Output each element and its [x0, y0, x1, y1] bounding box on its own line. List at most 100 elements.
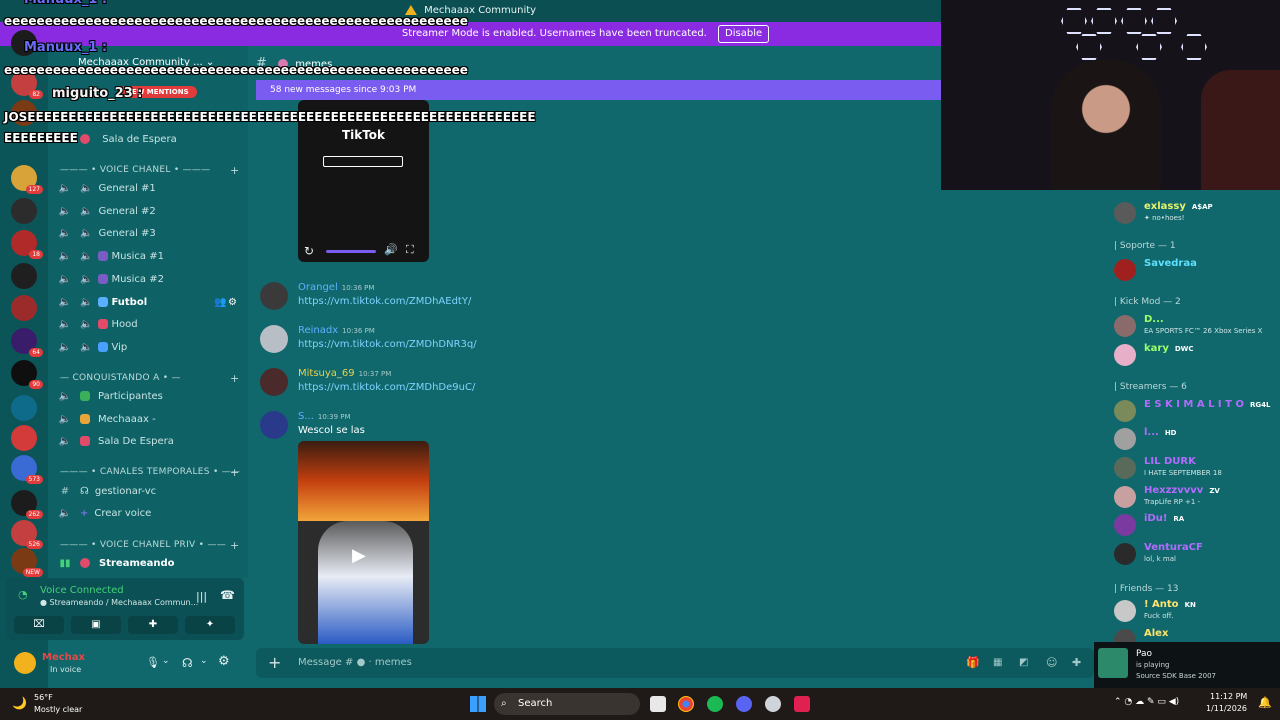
avatar[interactable] [260, 282, 288, 310]
category-voice-chanel[interactable]: ——— • VOICE CHANEL • ——— + [60, 164, 239, 177]
server-icon[interactable]: 573 [11, 455, 43, 484]
channel-sala-de-espera[interactable]: Sala de Espera [80, 130, 266, 150]
chevron-down-icon[interactable]: ⌄ [200, 656, 208, 666]
member-item[interactable]: E S K I M A L I T O RG4L [1114, 398, 1280, 424]
message-author[interactable]: Reinadx 10:36 PM [298, 325, 375, 336]
category-conquistando[interactable]: — CONQUISTANDO A • — + [60, 372, 239, 385]
clock-time[interactable]: 11:12 PM [1210, 692, 1247, 701]
game-notification[interactable]: Pao is playing Source SDK Base 2007 [1094, 642, 1280, 688]
chrome-icon[interactable] [678, 696, 694, 712]
chevron-down-icon[interactable]: ⌄ [162, 656, 170, 666]
server-icon[interactable] [11, 198, 37, 224]
emoji-icon[interactable]: ☺ [1046, 648, 1057, 678]
gif-icon[interactable]: ▦ [993, 648, 1002, 678]
server-icon[interactable]: 526 [11, 520, 43, 549]
server-icon[interactable] [11, 263, 37, 289]
apps-icon[interactable]: ✚ [1072, 648, 1081, 678]
new-messages-bar[interactable]: 58 new messages since 9:03 PM [256, 80, 941, 100]
add-channel-icon[interactable]: + [230, 539, 240, 552]
invite-icon[interactable]: 👥 [214, 293, 226, 313]
tiktok-video[interactable]: TikTok ↻ 🔊 ⛶ [298, 100, 429, 262]
add-channel-icon[interactable]: + [230, 466, 240, 479]
message-author[interactable]: Mitsuya_69 10:37 PM [298, 368, 391, 379]
volume-slider[interactable] [326, 250, 376, 253]
soundboard-button[interactable]: ✦ [185, 616, 235, 634]
voice-channel[interactable]: 🔈 🔈 Futbol 👥 ⚙ [58, 293, 244, 313]
avatar[interactable] [260, 368, 288, 396]
server-icon[interactable] [11, 295, 37, 321]
voice-channel[interactable]: 🔈 🔈 Musica #2 [58, 270, 244, 290]
member-item[interactable]: Hexzzvvvv ZV TrapLife RP +1 - [1114, 484, 1280, 510]
add-channel-icon[interactable]: + [230, 372, 240, 385]
member-item[interactable]: exlassy A$AP ✦ no•hoes! [1114, 200, 1280, 226]
server-icon[interactable]: 90 [11, 360, 43, 389]
channel-crear-voice[interactable]: 🔈 + Crear voice [58, 504, 244, 524]
category-canales-temporales[interactable]: ——— • CANALES TEMPORALES • —— + [60, 466, 240, 479]
username[interactable]: Mechax [42, 652, 85, 663]
voice-channel[interactable]: 🔈 Sala De Espera [58, 432, 244, 452]
gear-icon[interactable]: ⚙ [228, 293, 237, 313]
spotify-icon[interactable] [707, 696, 723, 712]
message-link[interactable]: https://vm.tiktok.com/ZMDhAEdtY/ [298, 296, 471, 307]
microphone-icon[interactable]: 🎙 [146, 656, 160, 669]
activities-button[interactable]: ✚ [128, 616, 178, 634]
message-author[interactable]: Orangel 10:36 PM [298, 282, 374, 293]
headphones-icon[interactable]: ☊ [182, 656, 193, 670]
voice-channel[interactable]: 🔈 🔈 Vip [58, 338, 244, 358]
message-input[interactable]: Message # ● · memes [298, 648, 412, 678]
gift-icon[interactable]: 🎁 [966, 648, 980, 678]
member-item[interactable]: LIL DURK I HATE SEPTEMBER 18 [1114, 455, 1280, 481]
tray-icons[interactable]: ⌃ ◔ ☁ ✎ ▭ ◀) [1114, 697, 1179, 707]
file-explorer-icon[interactable] [650, 696, 666, 712]
camera-button[interactable]: ⌧ [14, 616, 64, 634]
voice-channel[interactable]: 🔈 🔈 General #1 [58, 179, 244, 199]
disable-button[interactable]: Disable [718, 25, 770, 43]
voice-channel[interactable]: 🔈 🔈 General #2 [58, 202, 244, 222]
disconnect-icon[interactable]: ☎ [220, 588, 235, 602]
play-icon[interactable]: ▶ [352, 545, 366, 566]
gear-icon[interactable]: ⚙ [218, 654, 230, 669]
server-icon[interactable] [11, 425, 37, 451]
screen-share-button[interactable]: ▣ [71, 616, 121, 634]
member-item[interactable]: ! Anto KN Fuck off. [1114, 598, 1280, 624]
voice-channel[interactable]: 🔈 Mechaaax - [58, 410, 244, 430]
weather-temp[interactable]: 56°F [34, 693, 53, 702]
member-item[interactable]: kary DWC [1114, 342, 1280, 368]
server-icon[interactable]: 18 [11, 230, 43, 259]
member-item[interactable]: VenturaCF lol, k mal [1114, 541, 1280, 567]
message-link[interactable]: https://vm.tiktok.com/ZMDhDe9uC/ [298, 382, 475, 393]
search-bar[interactable]: ⌕ Search [494, 693, 640, 715]
channel-gestionar-vc[interactable]: # ☊ gestionar-vc [58, 482, 244, 502]
start-icon[interactable] [470, 696, 486, 712]
server-icon[interactable] [11, 395, 37, 421]
notification-bell-icon[interactable]: 🔔 [1258, 696, 1272, 709]
message-composer[interactable]: + Message # ● · memes 🎁 ▦ ◩ ☺ ✚ [256, 648, 1094, 678]
voice-channel[interactable]: 🔈 Participantes [58, 387, 244, 407]
sticker-icon[interactable]: ◩ [1019, 648, 1028, 678]
voice-channel[interactable]: 🔈 🔈 Musica #1 [58, 247, 244, 267]
clock-date[interactable]: 1/11/2026 [1206, 704, 1247, 713]
message-link[interactable]: https://vm.tiktok.com/ZMDhDNR3q/ [298, 339, 477, 350]
discord-icon[interactable] [736, 696, 752, 712]
fullscreen-icon[interactable]: ⛶ [406, 243, 414, 257]
voice-channel[interactable]: 🔈 🔈 Hood [58, 315, 244, 335]
add-attachment-icon[interactable]: + [268, 648, 281, 678]
replay-icon[interactable]: ↻ [304, 244, 314, 258]
avatar[interactable] [14, 652, 36, 674]
member-item[interactable]: l... HD [1114, 426, 1280, 452]
avatar[interactable] [260, 325, 288, 353]
server-icon[interactable]: 127 [11, 165, 43, 194]
server-icon[interactable]: 64 [11, 328, 43, 357]
server-icon[interactable]: NEW [11, 548, 43, 577]
member-item[interactable]: Savedraa [1114, 257, 1280, 283]
category-voice-chanel-priv[interactable]: ——— • VOICE CHANEL PRIV • —— + [60, 539, 239, 552]
steam-icon[interactable] [765, 696, 781, 712]
avatar[interactable] [260, 411, 288, 439]
voice-channel[interactable]: 🔈 🔈 General #3 [58, 224, 244, 244]
message-author[interactable]: S... 10:39 PM [298, 411, 351, 422]
member-item[interactable]: D... EA SPORTS FC™ 26 Xbox Series X [1114, 313, 1280, 339]
tiktok-icon[interactable] [794, 696, 810, 712]
add-channel-icon[interactable]: + [230, 164, 240, 177]
member-item[interactable]: iDu! RA [1114, 512, 1280, 538]
video-thumbnail[interactable]: ▶ [298, 441, 429, 644]
